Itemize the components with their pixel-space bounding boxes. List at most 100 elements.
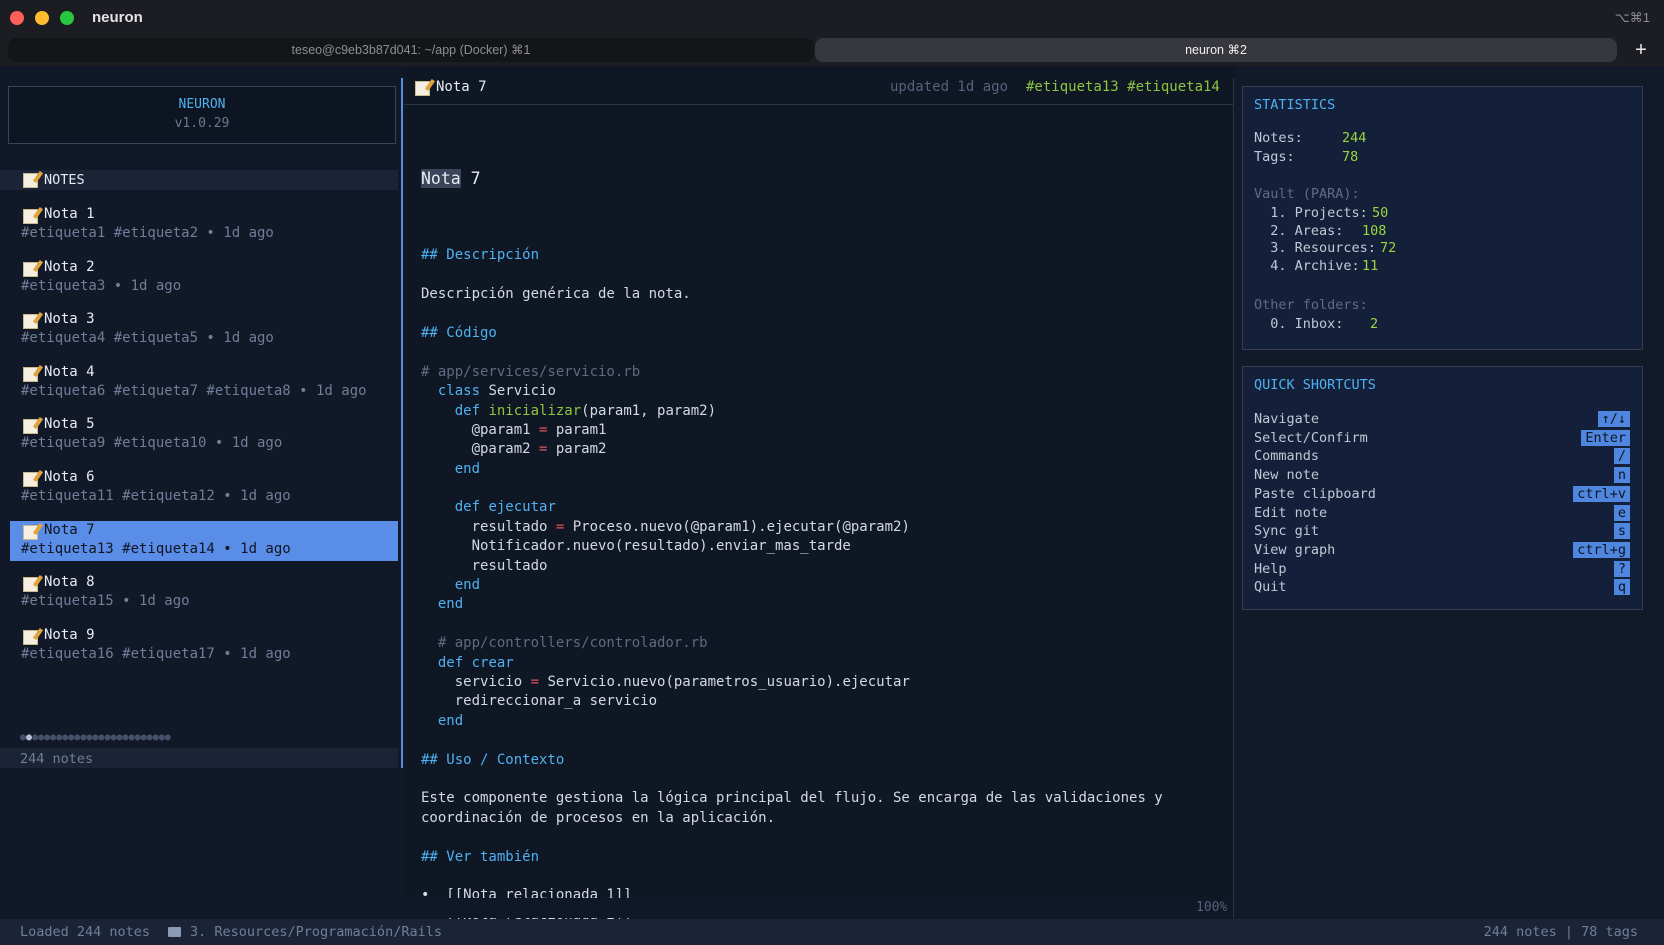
note-item-title: Nota 6 — [44, 469, 95, 485]
memo-icon — [23, 209, 38, 224]
notes-header-label: NOTES — [44, 172, 85, 188]
scroll-percent: 100% — [1196, 900, 1228, 915]
stat-notes: Notes: 244 — [1254, 130, 1366, 146]
stat-tags: Tags: 78 — [1254, 149, 1358, 165]
cursor-word: Nota — [421, 168, 461, 188]
list-item[interactable]: Nota 2 #etiqueta3 • 1d ago — [10, 258, 398, 298]
vault-row-label: 1. Projects: — [1254, 205, 1368, 221]
shortcut-label: Sync git — [1254, 523, 1320, 540]
list-item[interactable]: Nota 9 #etiqueta16 #etiqueta17 • 1d ago — [10, 626, 398, 666]
list-item[interactable]: Nota 3 #etiqueta4 #etiqueta5 • 1d ago — [10, 310, 398, 350]
vault-row: 1. Projects: 50 — [1254, 205, 1388, 221]
note-item-title: Nota 2 — [44, 258, 95, 275]
shortcut-row: View graph ctrl+g — [1254, 541, 1630, 560]
zoom-window-button[interactable] — [60, 11, 74, 25]
code-token: def — [454, 402, 481, 419]
code-token: resultado — [421, 557, 548, 574]
shortcut-row: Sync git s — [1254, 523, 1630, 541]
code-token: Servicio.nuevo(parametros_usuario).ejecu… — [539, 674, 910, 690]
memo-icon — [23, 419, 38, 435]
stat-tags-label: Tags: — [1254, 149, 1295, 165]
code-token: = — [530, 674, 540, 690]
shortcut-row: Edit note e — [1254, 504, 1630, 523]
stat-tags-value: 78 — [1342, 149, 1359, 165]
code-line: servicio = Servicio.nuevo(parametros_usu… — [421, 673, 1221, 692]
note-tags[interactable]: #etiqueta13 #etiqueta14 — [1026, 79, 1220, 95]
code-token: Proceso.nuevo(@param1).ejecutar(@param2) — [564, 518, 910, 535]
doc-text: coordinación de procesos en la aplicació… — [421, 809, 776, 826]
code-token: Notificador.nuevo(resultado).enviar_mas_… — [421, 538, 851, 555]
note-header: Nota 7 updated 1d ago #etiqueta13 #etiqu… — [404, 77, 1233, 103]
tab-bar: teseo@c9eb3b87d041: ~/app (Docker) ⌘1 ne… — [0, 36, 1664, 66]
list-item[interactable]: Nota 4 #etiqueta6 #etiqueta7 #etiqueta8 •… — [10, 363, 398, 403]
shortcuts-title: QUICK SHORTCUTS — [1254, 377, 1376, 393]
code-line: class Servicio — [421, 382, 1221, 401]
note-item-title: Nota 1 — [44, 206, 95, 222]
code-comment: # app/services/servicio.rb — [421, 363, 641, 380]
note-item-title: Nota 8 — [44, 574, 95, 591]
doc-text: Descripción genérica de la nota. — [421, 286, 691, 303]
note-item-meta: #etiqueta1 #etiqueta2 • 1d ago — [21, 225, 274, 241]
vault-row: 2. Areas: 108 — [1254, 222, 1386, 239]
other-folder-row: 0. Inbox: 2 — [1254, 316, 1378, 332]
vault-row-label: 2. Areas: — [1254, 222, 1344, 239]
code-token: servicio — [421, 674, 531, 690]
memo-icon — [23, 314, 38, 330]
code-line: def ejecutar — [421, 498, 1221, 517]
status-bar: Loaded 244 notes 3. Resources/Programaci… — [0, 919, 1664, 945]
notes-count: 244 notes — [20, 751, 94, 767]
shortcut-key: Enter — [1581, 429, 1630, 446]
tab-terminal-docker[interactable]: teseo@c9eb3b87d041: ~/app (Docker) ⌘1 — [8, 38, 814, 62]
window-title: neuron — [92, 9, 143, 26]
notes-list-footer: 244 notes — [0, 748, 398, 768]
shortcut-key: n — [1613, 467, 1630, 484]
memo-icon — [23, 577, 38, 593]
list-item[interactable]: Nota 6 #etiqueta11 #etiqueta12 • 1d ago — [10, 468, 398, 508]
minimize-window-button[interactable] — [35, 11, 49, 25]
list-item[interactable]: Nota 8 #etiqueta15 • 1d ago — [10, 573, 398, 613]
vault-label: Vault (PARA): — [1254, 186, 1360, 202]
shortcut-key: ? — [1613, 560, 1630, 577]
vault-row-label: 4. Archive: — [1254, 257, 1360, 274]
close-window-button[interactable] — [10, 11, 24, 25]
status-message: Loaded 244 notes — [20, 924, 151, 940]
other-folder-label: 0. Inbox: — [1254, 316, 1344, 332]
shortcut-label: Help — [1254, 560, 1287, 577]
code-token: redireccionar_a servicio — [421, 693, 658, 710]
code-line: redireccionar_a servicio — [421, 692, 1221, 711]
code-line: resultado — [421, 557, 1221, 576]
list-item[interactable]: Nota 1 #etiqueta1 #etiqueta2 • 1d ago — [10, 205, 398, 245]
doc-heading: ## Uso / Contexto — [421, 751, 565, 768]
note-item-meta: #etiqueta4 #etiqueta5 • 1d ago — [21, 330, 274, 347]
notes-list-header: NOTES — [0, 170, 398, 190]
shortcut-row: Select/Confirm Enter — [1254, 429, 1630, 448]
memo-icon — [23, 472, 38, 487]
memo-icon — [415, 81, 430, 96]
code-line: def inicializar(param1, param2) — [421, 402, 1221, 421]
memo-icon — [23, 524, 38, 540]
shortcut-key: / — [1613, 448, 1630, 465]
shortcut-label: View graph — [1254, 541, 1336, 558]
note-content[interactable]: Nota 7 ## Descripción Descripción genéric… — [421, 130, 1221, 944]
list-item[interactable]: Nota 7 #etiqueta13 #etiqueta14 • 1d ago — [10, 520, 398, 561]
list-item[interactable]: Nota 5 #etiqueta9 #etiqueta10 • 1d ago — [10, 415, 398, 455]
note-item-title: Nota 7 — [44, 521, 95, 538]
note-item-meta: #etiqueta16 #etiqueta17 • 1d ago — [21, 645, 291, 662]
status-counts: 244 notes | 78 tags — [1483, 924, 1638, 940]
new-tab-button[interactable]: + — [1628, 37, 1654, 63]
tab-neuron[interactable]: neuron ⌘2 — [815, 38, 1617, 62]
vault-row-value: 11 — [1362, 257, 1379, 274]
shortcuts-panel: QUICK SHORTCUTS Navigate ↑/↓ Select/Confir… — [1242, 366, 1643, 610]
code-token: end — [454, 460, 481, 477]
stat-notes-label: Notes: — [1254, 130, 1303, 146]
vault-row: 3. Resources: 72 — [1254, 240, 1396, 256]
